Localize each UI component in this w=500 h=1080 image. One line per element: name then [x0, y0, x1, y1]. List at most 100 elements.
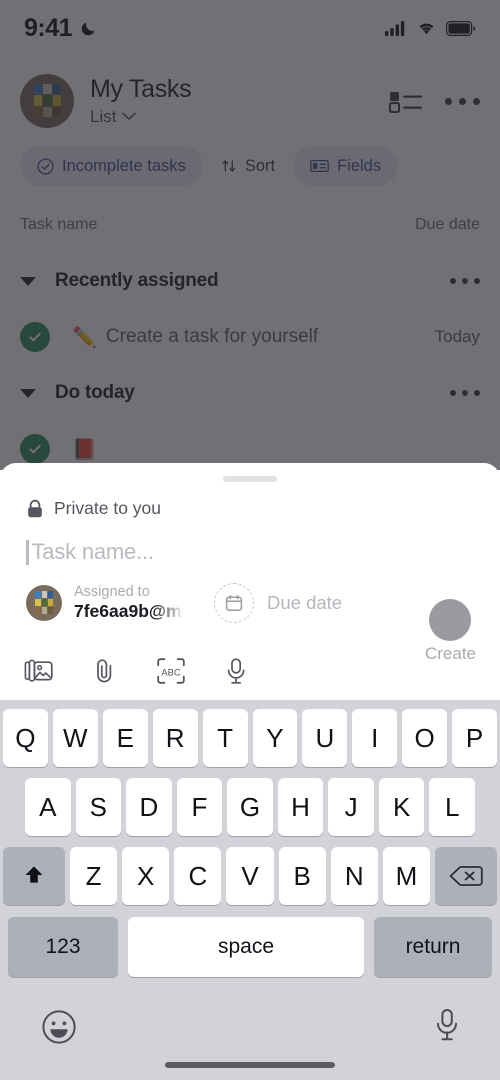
more-horizontal-icon-dot [474, 278, 480, 284]
key-w[interactable]: W [52, 709, 98, 767]
chip-label: Incomplete tasks [62, 156, 186, 175]
key-q[interactable]: Q [2, 709, 48, 767]
check-complete-icon[interactable] [20, 434, 50, 464]
due-date-button[interactable]: Due date [214, 583, 342, 623]
key-c[interactable]: C [174, 847, 222, 905]
key-p[interactable]: P [452, 709, 498, 767]
due-date-label: Due date [267, 592, 343, 613]
microphone-icon[interactable] [224, 656, 248, 686]
shift-arrow-icon [25, 866, 43, 883]
assignee-block[interactable]: Assigned to 7fe6aa9b@mo [74, 584, 184, 622]
key-t[interactable]: T [202, 709, 248, 767]
app-header: My Tasks List [0, 66, 500, 136]
calendar-icon [214, 583, 254, 623]
key-b[interactable]: B [278, 847, 326, 905]
avatar[interactable] [20, 74, 74, 128]
key-v[interactable]: V [226, 847, 274, 905]
column-headers: Task name Due date [0, 216, 500, 234]
key-k[interactable]: K [378, 778, 425, 836]
chip-incomplete-tasks[interactable]: Incomplete tasks [20, 146, 203, 186]
privacy-label: Private to you [54, 498, 161, 518]
chip-label: Sort [244, 156, 276, 175]
on-screen-keyboard: Q W E R T Y U I O P A S D F G H J K L Z … [0, 700, 500, 1080]
status-time: 9:41 [24, 13, 73, 42]
task-name: Create a task for yourself [105, 326, 319, 347]
create-button-label: Create [424, 644, 476, 663]
chevron-down-icon [122, 113, 137, 121]
more-horizontal-icon-dot [473, 97, 480, 105]
list-view-icon[interactable] [389, 88, 423, 114]
column-header-task-name: Task name [20, 216, 98, 233]
caret-down-icon[interactable] [20, 276, 36, 286]
section-title: Do today [55, 382, 135, 403]
key-x[interactable]: X [122, 847, 170, 905]
section-overflow-button[interactable] [450, 278, 480, 284]
key-y[interactable]: Y [252, 709, 298, 767]
key-j[interactable]: J [328, 778, 374, 836]
table-row[interactable]: ✏️ Create a task for yourself Today [0, 307, 500, 367]
section-header-do-today[interactable]: Do today [0, 367, 500, 419]
phone-screen: 9:41 My Tasks List Incomplete tasks Sort… [0, 0, 500, 1080]
key-r[interactable]: R [152, 709, 198, 767]
key-h[interactable]: H [277, 778, 324, 836]
key-n[interactable]: N [330, 847, 378, 905]
section-header-recently-assigned[interactable]: Recently assigned [0, 255, 500, 307]
caret-down-icon[interactable] [20, 388, 36, 398]
crescent-moon-icon [81, 22, 95, 36]
wifi-icon [419, 23, 434, 35]
status-bar-right [385, 20, 476, 36]
photo-library-icon[interactable] [24, 656, 54, 686]
key-i[interactable]: I [352, 709, 398, 767]
battery-full-icon [446, 20, 476, 36]
backspace-key[interactable] [434, 847, 497, 905]
header-actions [389, 88, 480, 114]
task-list: Recently assigned ✏️ Create a task for y… [0, 255, 500, 479]
key-g[interactable]: G [227, 778, 273, 836]
svg-text:ABC: ABC [161, 666, 181, 677]
more-horizontal-icon-dot [459, 97, 466, 105]
attachment-tools: ABC [24, 656, 248, 686]
shift-key[interactable] [3, 847, 65, 905]
privacy-indicator: Private to you [26, 498, 500, 519]
section-overflow-button[interactable] [450, 390, 480, 396]
home-indicator-bar[interactable] [165, 1062, 335, 1068]
column-header-due-date: Due date [415, 216, 480, 233]
paperclip-icon[interactable] [92, 656, 118, 686]
key-e[interactable]: E [102, 709, 148, 767]
keyboard-row-4: 123 space return [0, 905, 500, 977]
chip-fields[interactable]: Fields [293, 146, 399, 186]
view-selector[interactable]: List [90, 107, 191, 127]
key-f[interactable]: F [176, 778, 223, 836]
assignee-avatar[interactable] [26, 585, 62, 621]
key-d[interactable]: D [126, 778, 172, 836]
emoji-smiley-icon[interactable] [38, 1006, 80, 1048]
page-title: My Tasks [90, 75, 192, 104]
check-complete-icon[interactable] [20, 322, 50, 352]
key-u[interactable]: U [302, 709, 348, 767]
key-m[interactable]: M [382, 847, 430, 905]
keyboard-row-1: Q W E R T Y U I O P [0, 700, 500, 767]
key-z[interactable]: Z [70, 847, 118, 905]
check-circle-icon [37, 157, 54, 175]
task-name-input[interactable]: Task name... [26, 539, 500, 565]
fields-columns-icon [310, 159, 329, 173]
text-scan-abc-icon[interactable]: ABC [156, 656, 186, 686]
create-task-button[interactable]: Create [425, 599, 476, 664]
sheet-toolbar: ABC Create [0, 599, 500, 686]
key-o[interactable]: O [402, 709, 448, 767]
key-a[interactable]: A [24, 778, 71, 836]
more-horizontal-icon-dot [474, 390, 480, 396]
numbers-key[interactable]: 123 [8, 917, 118, 977]
key-l[interactable]: L [429, 778, 476, 836]
drag-handle[interactable] [223, 476, 277, 482]
key-s[interactable]: S [75, 778, 122, 836]
keyboard-row-3: Z X C V B N M [0, 836, 500, 905]
more-horizontal-icon-dot [462, 278, 468, 284]
chip-sort[interactable]: Sort [217, 146, 279, 186]
return-key[interactable]: return [374, 917, 492, 977]
space-key[interactable]: space [128, 917, 364, 977]
avatar-cube-graphic [34, 83, 62, 118]
assignee-email: 7fe6aa9b@mo [74, 601, 184, 622]
header-overflow-button[interactable] [445, 97, 480, 105]
dictation-microphone-icon[interactable] [432, 1006, 462, 1046]
